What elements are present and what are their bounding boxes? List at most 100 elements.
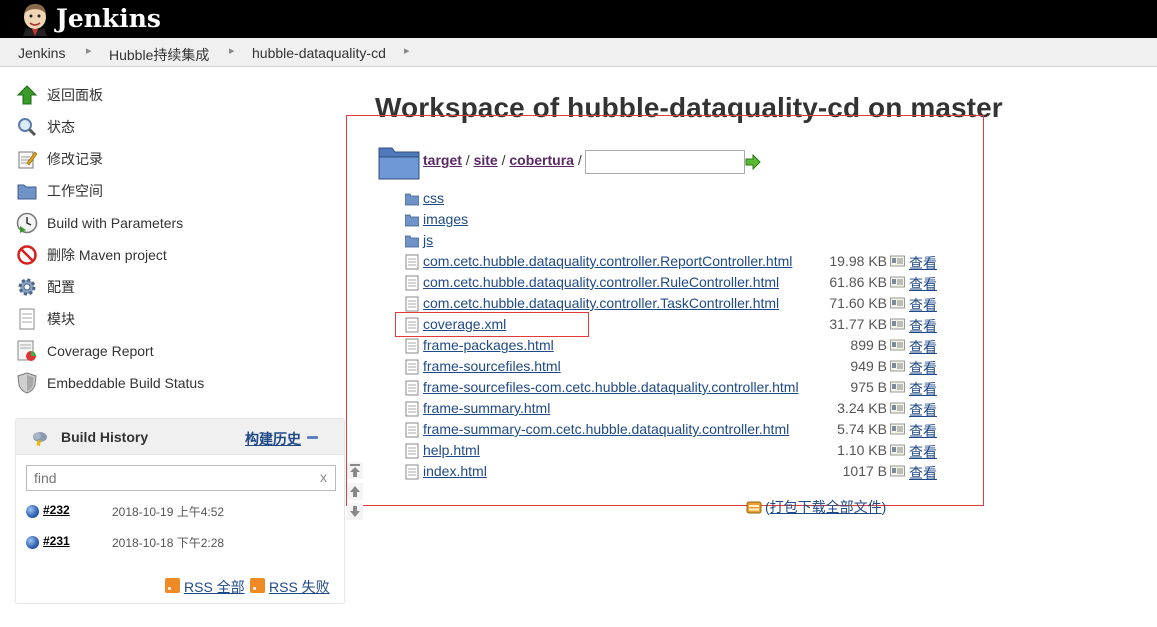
task-coverage-report[interactable]: Coverage Report <box>16 338 154 364</box>
rss-icon[interactable] <box>250 578 265 593</box>
view-link[interactable]: 查看 <box>909 316 937 336</box>
file-link[interactable]: help.html <box>423 442 480 458</box>
folder-icon <box>405 193 419 206</box>
view-link[interactable]: 查看 <box>909 295 937 315</box>
task-build-with-parameters[interactable]: Build with Parameters <box>16 210 183 236</box>
rss-failed-link[interactable]: RSS 失败 <box>269 577 330 597</box>
build-number-link[interactable]: #231 <box>43 534 70 548</box>
file-row: frame-packages.html 899 B 查看 <box>405 336 965 356</box>
breadcrumb: Jenkins ▸ Hubble持续集成 ▸ hubble-dataqualit… <box>0 38 1157 67</box>
breadcrumb-separator-icon[interactable]: ▸ <box>229 44 235 57</box>
view-icon[interactable] <box>890 318 905 330</box>
file-link[interactable]: frame-sourcefiles.html <box>423 358 561 374</box>
view-link[interactable]: 查看 <box>909 421 937 441</box>
breadcrumb-hubble[interactable]: Hubble持续集成 <box>109 45 209 65</box>
task-modules[interactable]: 模块 <box>16 306 75 332</box>
folder-link[interactable]: js <box>423 232 433 248</box>
build-search-input[interactable] <box>26 465 336 491</box>
download-all-zip-link[interactable]: (打包下载全部文件) <box>765 497 886 517</box>
task-label[interactable]: Coverage Report <box>47 343 154 359</box>
app-name[interactable]: Jenkins <box>56 2 161 36</box>
view-icon[interactable] <box>890 444 905 456</box>
file-size: 71.60 KB <box>829 295 887 311</box>
build-trend-link[interactable]: 构建历史 <box>245 429 301 449</box>
view-icon[interactable] <box>890 402 905 414</box>
task-label[interactable]: 状态 <box>47 117 75 137</box>
task-delete-project[interactable]: 删除 Maven project <box>16 242 167 268</box>
view-link[interactable]: 查看 <box>909 253 937 273</box>
view-link[interactable]: 查看 <box>909 358 937 378</box>
task-label[interactable]: Embeddable Build Status <box>47 375 204 391</box>
view-icon[interactable] <box>890 255 905 267</box>
build-number-link[interactable]: #232 <box>43 503 70 517</box>
build-status-ball-icon[interactable] <box>26 505 39 518</box>
task-label[interactable]: 模块 <box>47 309 75 329</box>
file-link[interactable]: frame-sourcefiles-com.cetc.hubble.dataqu… <box>423 379 799 395</box>
file-link[interactable]: frame-summary.html <box>423 400 550 416</box>
breadcrumb-jenkins[interactable]: Jenkins <box>18 45 65 61</box>
file-row: frame-sourcefiles-com.cetc.hubble.dataqu… <box>405 378 965 398</box>
file-link[interactable]: index.html <box>423 463 487 479</box>
view-link[interactable]: 查看 <box>909 463 937 483</box>
view-icon[interactable] <box>890 381 905 393</box>
view-link[interactable]: 查看 <box>909 400 937 420</box>
path-segment-target[interactable]: target <box>423 152 462 168</box>
coverage-highlight-box <box>395 312 589 337</box>
scroll-down-icon[interactable] <box>347 503 363 520</box>
view-link[interactable]: 查看 <box>909 442 937 462</box>
task-embeddable-build-status[interactable]: Embeddable Build Status <box>16 370 204 396</box>
task-status[interactable]: 状态 <box>16 114 75 140</box>
view-icon[interactable] <box>890 297 905 309</box>
file-row: frame-summary-com.cetc.hubble.dataqualit… <box>405 420 965 440</box>
build-status-ball-icon[interactable] <box>26 536 39 549</box>
view-link[interactable]: 查看 <box>909 379 937 399</box>
folder-link[interactable]: images <box>423 211 468 227</box>
file-icon <box>405 443 419 459</box>
zip-link-label[interactable]: 打包下载全部文件 <box>770 499 882 515</box>
file-icon <box>405 338 419 354</box>
task-configure[interactable]: 配置 <box>16 274 75 300</box>
view-icon[interactable] <box>890 360 905 372</box>
task-back-to-dashboard[interactable]: 返回面板 <box>16 82 103 108</box>
task-changes[interactable]: 修改记录 <box>16 146 103 172</box>
task-label[interactable]: 配置 <box>47 277 75 297</box>
view-link[interactable]: 查看 <box>909 274 937 294</box>
file-size: 1.10 KB <box>837 442 887 458</box>
shield-icon <box>16 372 38 394</box>
file-row: com.cetc.hubble.dataquality.controller.T… <box>405 294 965 314</box>
file-link[interactable]: com.cetc.hubble.dataquality.controller.R… <box>423 253 792 269</box>
clear-search-icon[interactable]: x <box>320 469 327 485</box>
path-segment-site[interactable]: site <box>474 152 498 168</box>
view-icon[interactable] <box>890 339 905 351</box>
scroll-up-icon[interactable] <box>347 483 363 500</box>
build-date[interactable]: 2018-10-18 下午2:28 <box>112 534 224 551</box>
jenkins-logo-icon[interactable] <box>18 2 52 36</box>
file-link[interactable]: frame-summary-com.cetc.hubble.dataqualit… <box>423 421 789 437</box>
collapse-minus-icon[interactable] <box>307 436 318 439</box>
task-workspace[interactable]: 工作空间 <box>16 178 103 204</box>
rss-icon[interactable] <box>165 578 180 593</box>
rss-all-link[interactable]: RSS 全部 <box>184 577 245 597</box>
file-link[interactable]: frame-packages.html <box>423 337 554 353</box>
view-icon[interactable] <box>890 465 905 477</box>
scroll-top-icon[interactable] <box>347 462 363 479</box>
view-icon[interactable] <box>890 423 905 435</box>
task-label[interactable]: Build with Parameters <box>47 215 183 231</box>
file-icon <box>405 422 419 438</box>
file-link[interactable]: com.cetc.hubble.dataquality.controller.T… <box>423 295 779 311</box>
view-icon[interactable] <box>890 276 905 288</box>
breadcrumb-separator-icon[interactable]: ▸ <box>404 44 410 57</box>
go-arrow-icon[interactable] <box>745 154 761 170</box>
breadcrumb-project[interactable]: hubble-dataquality-cd <box>252 45 386 61</box>
path-pattern-input[interactable] <box>585 150 745 174</box>
breadcrumb-separator-icon[interactable]: ▸ <box>86 44 92 57</box>
task-label[interactable]: 返回面板 <box>47 85 103 105</box>
build-date[interactable]: 2018-10-19 上午4:52 <box>112 503 224 520</box>
task-label[interactable]: 工作空间 <box>47 181 103 201</box>
file-link[interactable]: com.cetc.hubble.dataquality.controller.R… <box>423 274 779 290</box>
task-label[interactable]: 修改记录 <box>47 149 103 169</box>
path-segment-cobertura[interactable]: cobertura <box>509 152 574 168</box>
folder-link[interactable]: css <box>423 190 444 206</box>
view-link[interactable]: 查看 <box>909 337 937 357</box>
task-label[interactable]: 删除 Maven project <box>47 245 167 265</box>
